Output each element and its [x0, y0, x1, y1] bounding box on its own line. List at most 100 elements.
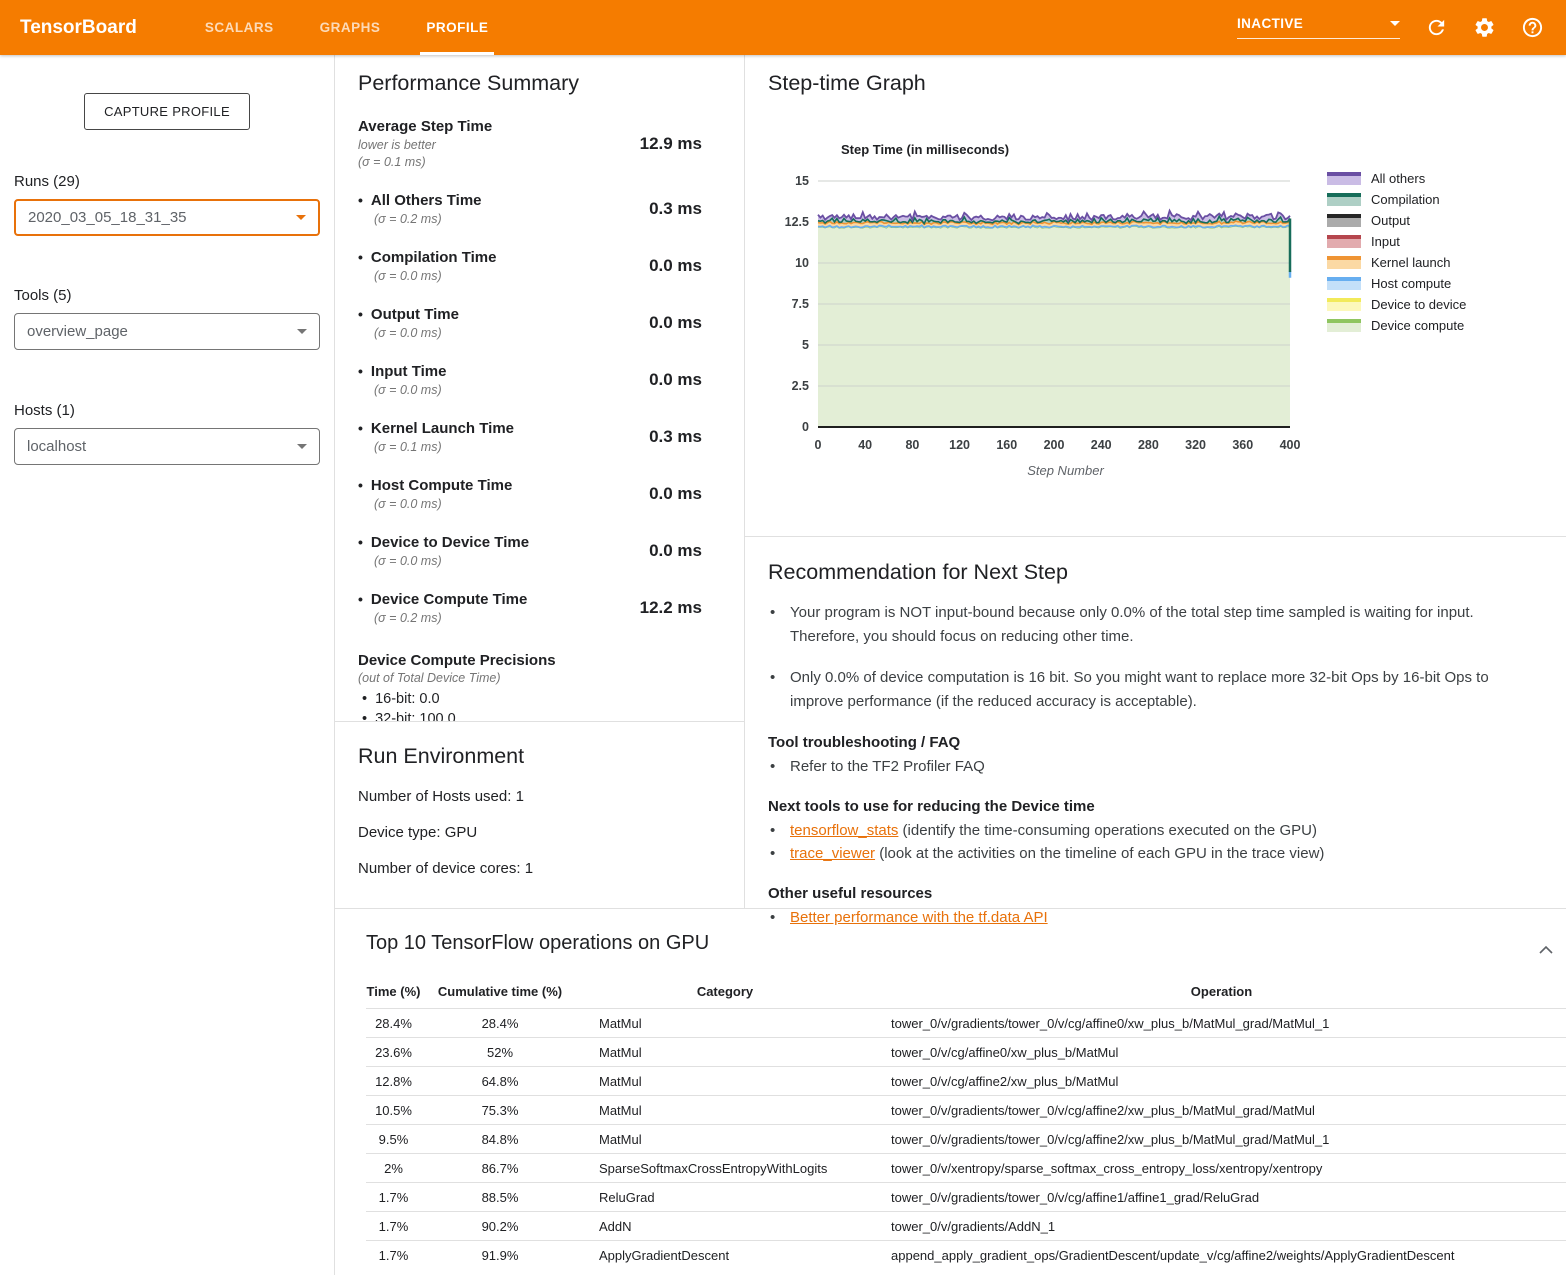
svg-text:15: 15 — [795, 174, 809, 188]
chart-x-axis-label: Step Number — [768, 463, 1313, 478]
time-cell: 1.7% — [366, 1183, 421, 1212]
help-icon[interactable] — [1521, 16, 1544, 39]
recommendation-subheading: Next tools to use for reducing the Devic… — [768, 798, 1547, 815]
category-cell: AddN — [579, 1212, 871, 1241]
link-trace-viewer[interactable]: trace_viewer — [790, 845, 875, 862]
metric-sigma: (σ = 0.0 ms) — [374, 326, 459, 340]
operation-cell: tower_0/v/gradients/tower_0/v/cg/affine0… — [871, 1009, 1566, 1038]
column-header: Operation — [871, 978, 1566, 1009]
legend-item: Host compute — [1327, 273, 1466, 294]
table-row[interactable]: 1.7%91.9%ApplyGradientDescentappend_appl… — [366, 1241, 1566, 1270]
metric-sigma: (σ = 0.0 ms) — [374, 383, 446, 397]
recommendation-bullets: Your program is NOT input-bound because … — [768, 601, 1547, 714]
legend-item: Output — [1327, 210, 1466, 231]
recommendation-bullet: Only 0.0% of device computation is 16 bi… — [768, 666, 1538, 714]
time-cell: 28.4% — [366, 1009, 421, 1038]
legend-item: Device to device — [1327, 294, 1466, 315]
svg-text:0: 0 — [815, 438, 822, 452]
collapse-chevron-up-icon[interactable] — [1538, 945, 1554, 955]
legend-swatch-icon — [1327, 319, 1361, 332]
metric-row: •Input Time(σ = 0.0 ms)0.0 ms — [358, 363, 702, 397]
main-content: Performance Summary Average Step Time lo… — [335, 55, 1566, 1275]
precisions-note: (out of Total Device Time) — [358, 671, 702, 685]
hosts-select[interactable]: localhost — [14, 428, 320, 465]
column-header: Category — [579, 978, 871, 1009]
metric-value: 12.2 ms — [640, 598, 702, 618]
operation-cell: append_apply_gradient_ops/GradientDescen… — [871, 1241, 1566, 1270]
svg-text:320: 320 — [1185, 438, 1206, 452]
cumulative-cell: 90.2% — [421, 1212, 579, 1241]
tab-scalars[interactable]: SCALARS — [205, 0, 274, 55]
metric-value: 0.3 ms — [649, 427, 702, 447]
category-cell: MatMul — [579, 1125, 871, 1154]
table-row[interactable]: 2%86.7%SparseSoftmaxCrossEntropyWithLogi… — [366, 1154, 1566, 1183]
bullet-icon: • — [358, 534, 363, 550]
bullet-icon: • — [358, 306, 363, 322]
operation-cell: tower_0/v/gradients/AddN_1 — [871, 1212, 1566, 1241]
runs-label: Runs (29) — [14, 173, 320, 190]
link-tensorflow-stats[interactable]: tensorflow_stats — [790, 822, 898, 839]
top-ops-section: Top 10 TensorFlow operations on GPU Time… — [335, 908, 1566, 1275]
step-time-chart[interactable]: 02.557.51012.515040801201602002402803203… — [768, 167, 1313, 457]
table-row[interactable]: 12.8%64.8%MatMultower_0/v/cg/affine2/xw_… — [366, 1067, 1566, 1096]
metric-row: •Compilation Time(σ = 0.0 ms)0.0 ms — [358, 249, 702, 283]
refresh-icon[interactable] — [1425, 16, 1448, 39]
status-dropdown[interactable]: INACTIVE — [1237, 16, 1400, 39]
recommendation-subheading: Tool troubleshooting / FAQ — [768, 734, 1547, 751]
tab-profile[interactable]: PROFILE — [426, 0, 488, 55]
header-actions: INACTIVE — [1237, 16, 1544, 39]
category-cell: MatMul — [579, 1096, 871, 1125]
legend-swatch-icon — [1327, 277, 1361, 290]
legend-item: Compilation — [1327, 189, 1466, 210]
metric-row: •All Others Time(σ = 0.2 ms)0.3 ms — [358, 192, 702, 226]
metric-row: •Device to Device Time(σ = 0.0 ms)0.0 ms — [358, 534, 702, 568]
operation-cell: tower_0/v/xentropy/sparse_softmax_cross_… — [871, 1154, 1566, 1183]
performance-summary-panel: Performance Summary Average Step Time lo… — [335, 55, 744, 722]
metric-value: 0.0 ms — [649, 256, 702, 276]
run-env-line: Device type: GPU — [358, 824, 720, 841]
table-row[interactable]: 1.7%88.5%ReluGradtower_0/v/gradients/tow… — [366, 1183, 1566, 1212]
time-cell: 23.6% — [366, 1038, 421, 1067]
cumulative-cell: 64.8% — [421, 1067, 579, 1096]
recommendation-bullet: Your program is NOT input-bound because … — [768, 601, 1538, 649]
table-row[interactable]: 10.5%75.3%MatMultower_0/v/gradients/towe… — [366, 1096, 1566, 1125]
metric-value: 0.3 ms — [649, 199, 702, 219]
metric-label: •Device Compute Time — [358, 591, 527, 608]
metric-row: •Output Time(σ = 0.0 ms)0.0 ms — [358, 306, 702, 340]
step-time-graph-panel: Step-time Graph Step Time (in millisecon… — [745, 55, 1566, 537]
legend-swatch-icon — [1327, 256, 1361, 269]
table-row[interactable]: 23.6%52%MatMultower_0/v/cg/affine0/xw_pl… — [366, 1038, 1566, 1067]
recommendation-subheading: Other useful resources — [768, 885, 1547, 902]
bullet-icon: • — [358, 591, 363, 607]
operation-cell: tower_0/v/cg/affine2/xw_plus_b/MatMul — [871, 1067, 1566, 1096]
legend-swatch-icon — [1327, 298, 1361, 311]
cumulative-cell: 28.4% — [421, 1009, 579, 1038]
metric-value: 0.0 ms — [649, 484, 702, 504]
tools-select[interactable]: overview_page — [14, 313, 320, 350]
top-ops-title: Top 10 TensorFlow operations on GPU — [366, 932, 1566, 955]
tools-label: Tools (5) — [14, 287, 320, 304]
time-cell: 12.8% — [366, 1067, 421, 1096]
gear-icon[interactable] — [1473, 16, 1496, 39]
metric-sigma: (σ = 0.1 ms) — [358, 155, 492, 169]
runs-select[interactable]: 2020_03_05_18_31_35 — [14, 199, 320, 236]
metric-label: •Kernel Launch Time — [358, 420, 514, 437]
precisions-title: Device Compute Precisions — [358, 652, 702, 669]
table-row[interactable]: 28.4%28.4%MatMultower_0/v/gradients/towe… — [366, 1009, 1566, 1038]
operation-cell: tower_0/v/cg/affine0/xw_plus_b/MatMul — [871, 1038, 1566, 1067]
tab-graphs[interactable]: GRAPHS — [320, 0, 381, 55]
recommendation-title: Recommendation for Next Step — [768, 560, 1547, 585]
runs-select-value: 2020_03_05_18_31_35 — [28, 209, 187, 226]
recommendation-item: trace_viewer (look at the activities on … — [768, 842, 1547, 865]
table-row[interactable]: 9.5%84.8%MatMultower_0/v/gradients/tower… — [366, 1125, 1566, 1154]
metric-label: •Output Time — [358, 306, 459, 323]
top-ops-table: Time (%)Cumulative time (%)CategoryOpera… — [366, 978, 1566, 1270]
metric-value: 0.0 ms — [649, 370, 702, 390]
run-env-line: Number of Hosts used: 1 — [358, 788, 720, 805]
legend-label: All others — [1371, 171, 1425, 186]
table-row[interactable]: 1.7%90.2%AddNtower_0/v/gradients/AddN_1 — [366, 1212, 1566, 1241]
capture-profile-button[interactable]: CAPTURE PROFILE — [84, 93, 250, 130]
chart-legend: All othersCompilationOutputInputKernel l… — [1327, 168, 1466, 478]
app-header: TensorBoard SCALARSGRAPHSPROFILE INACTIV… — [0, 0, 1566, 55]
metric-sigma: (σ = 0.2 ms) — [374, 611, 527, 625]
